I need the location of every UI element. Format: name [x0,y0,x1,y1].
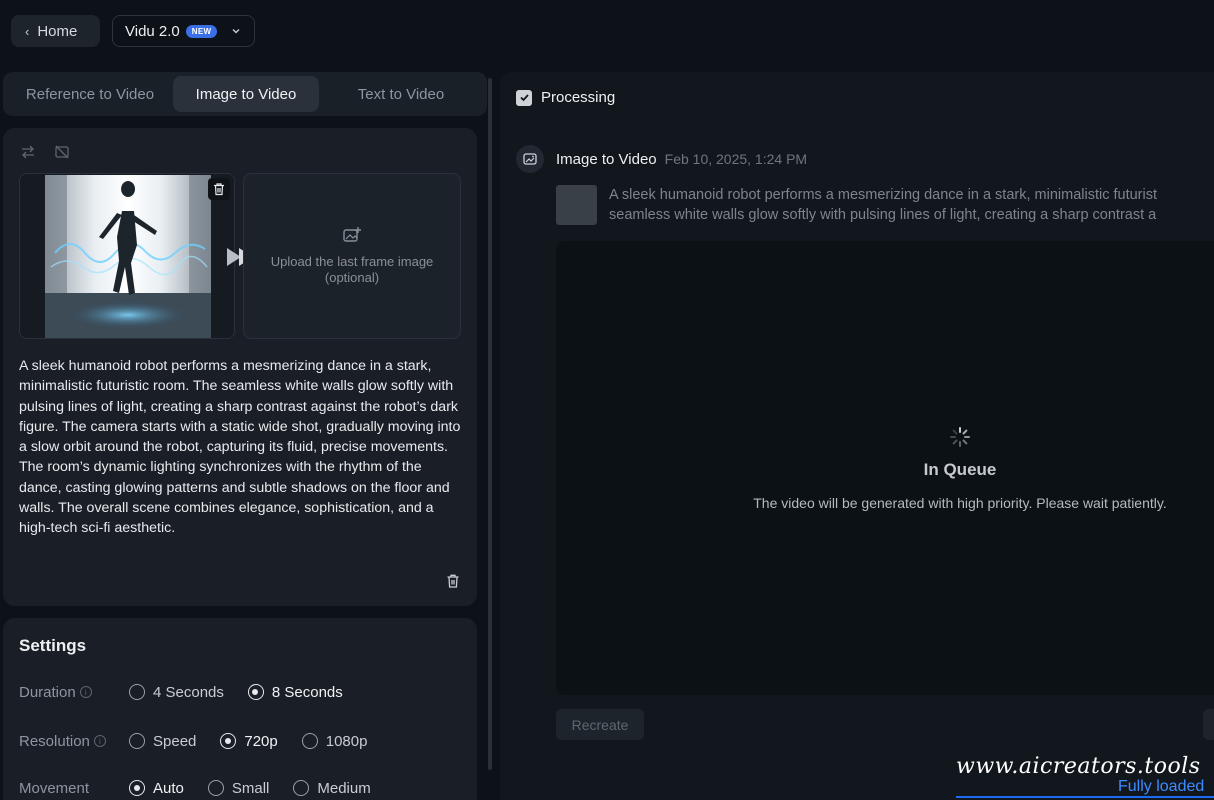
tab-image-to-video[interactable]: Image to Video [173,76,319,112]
chevron-down-icon [232,29,240,34]
radio-icon [207,780,224,796]
radio-selected-icon [220,733,237,749]
resolution-option-720p[interactable]: 720p [220,733,278,750]
movement-option-small[interactable]: Small [207,780,269,797]
mode-tabs: Reference to Video Image to Video Text t… [3,72,487,116]
settings-card: Settings Duration i 4 Seconds 8 Seconds R… [3,618,477,800]
tab-reference-to-video[interactable]: Reference to Video [7,76,173,112]
processing-filter[interactable]: Processing [516,89,615,106]
duration-option-8s[interactable]: 8 Seconds [247,684,343,701]
chevron-left-icon: ‹ [25,23,30,39]
load-status-underline [956,796,1214,798]
radio-icon [129,684,145,700]
spinner-icon [950,427,970,447]
radio-icon [301,733,318,749]
task-header: Image to Video Feb 10, 2025, 1:24 PM [516,145,807,173]
frame-tools [20,144,70,160]
info-icon[interactable]: i [93,735,106,747]
tab-text-to-video[interactable]: Text to Video [319,76,483,112]
task-title: Image to Video [556,150,657,168]
swap-icon[interactable] [20,144,36,160]
new-badge: NEW [185,24,218,38]
left-panel: Reference to Video Image to Video Text t… [3,72,487,800]
model-name: Vidu 2.0 [125,22,180,40]
task-thumbnail[interactable] [556,185,597,225]
prompt-card: Upload the last frame image (optional) A… [3,128,477,606]
more-actions-button[interactable] [1203,709,1214,740]
trash-icon [214,183,224,196]
recreate-button[interactable]: Recreate [556,709,644,740]
left-panel-scrollbar[interactable] [488,78,492,770]
task-date: Feb 10, 2025, 1:24 PM [664,151,808,167]
image-off-icon[interactable] [54,144,70,160]
resolution-label: Resolution [19,732,90,750]
radio-icon [293,780,310,796]
home-label: Home [37,22,78,40]
resolution-option-speed[interactable]: Speed [129,733,196,750]
duration-label: Duration [19,683,76,701]
radio-selected-icon [247,684,264,700]
load-status: Fully loaded [1118,778,1205,795]
movement-option-auto[interactable]: Auto [129,780,184,797]
movement-option-medium[interactable]: Medium [293,780,371,797]
prompt-textarea[interactable]: A sleek humanoid robot performs a mesmer… [19,356,465,539]
resolution-row: Resolution i Speed 720p 1080p [19,730,391,752]
checkbox-checked-icon [516,89,532,106]
movement-row: Movement Auto Small Medium [19,777,395,799]
settings-title: Settings [19,636,87,655]
model-selector[interactable]: Vidu 2.0 NEW [112,15,255,47]
clear-prompt-icon[interactable] [445,573,461,589]
robot-image [45,175,211,338]
queue-subtitle: The video will be generated with high pr… [753,495,1167,511]
last-frame-upload[interactable]: Upload the last frame image (optional) [243,173,461,339]
info-icon[interactable]: i [79,686,92,698]
image-to-video-icon [516,145,544,173]
queue-title: In Queue [923,460,997,479]
first-frame-delete-button[interactable] [208,178,230,200]
results-panel: Processing Image to Video Feb 10, 2025, … [500,72,1214,800]
radio-icon [129,733,145,749]
resolution-option-1080p[interactable]: 1080p [301,733,367,750]
task-prompt: A sleek humanoid robot performs a mesmer… [609,187,1157,223]
home-button[interactable]: ‹ Home [11,15,100,47]
processing-label: Processing [541,89,616,106]
first-frame-slot[interactable] [19,173,235,339]
movement-label: Movement [19,779,90,797]
radio-selected-icon [129,780,145,796]
duration-option-4s[interactable]: 4 Seconds [129,684,224,701]
upload-last-frame-label: Upload the last frame image (optional) [270,254,434,285]
duration-row: Duration i 4 Seconds 8 Seconds [19,681,367,703]
watermark: www.aicreators.tools [956,754,1201,779]
image-add-icon [343,227,361,242]
top-bar: ‹ Home Vidu 2.0 NEW [0,0,1214,66]
